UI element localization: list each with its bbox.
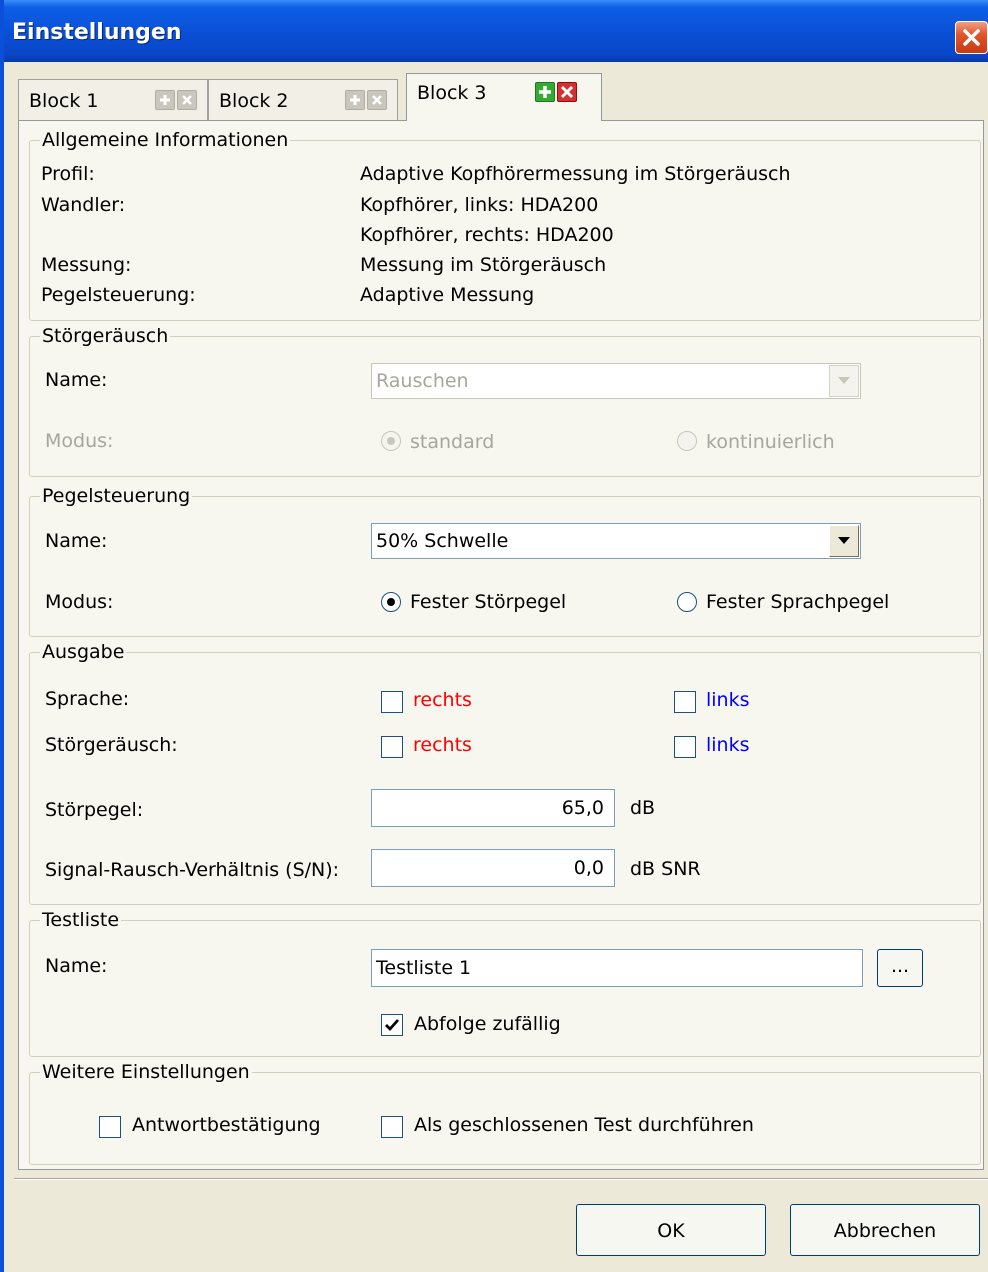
selected-value: 50% Schwelle xyxy=(376,530,509,552)
ok-button-label: OK xyxy=(657,1220,685,1242)
answer-confirmation-label: Antwortbestätigung xyxy=(132,1114,321,1136)
noise-mode-continuous-radio[interactable] xyxy=(677,431,697,451)
add-block-icon[interactable] xyxy=(155,90,175,110)
checkmark-icon xyxy=(385,1019,400,1032)
speech-left-label: links xyxy=(706,689,750,711)
speech-left-checkbox[interactable] xyxy=(674,691,696,713)
speech-right-checkbox[interactable] xyxy=(381,691,403,713)
fixed-noise-level-radio[interactable] xyxy=(381,592,401,612)
speech-right-label: rechts xyxy=(413,689,472,711)
measurement-label: Messung: xyxy=(41,254,132,276)
noise-right-checkbox[interactable] xyxy=(381,736,403,758)
tab-label: Block 1 xyxy=(29,90,99,112)
remove-block-icon[interactable] xyxy=(177,90,197,110)
profile-value: Adaptive Kopfhörermessung im Störgeräusc… xyxy=(360,163,791,185)
transducer-right-value: Kopfhörer, rechts: HDA200 xyxy=(360,224,614,246)
noise-left-checkbox[interactable] xyxy=(674,736,696,758)
group-title: Pegelsteuerung xyxy=(42,485,191,507)
tab-label: Block 3 xyxy=(417,82,487,104)
answer-confirmation-checkbox[interactable] xyxy=(99,1116,121,1138)
snr-unit: dB SNR xyxy=(630,858,701,880)
noise-left-label: links xyxy=(706,734,750,756)
snr-label: Signal-Rausch-Verhältnis (S/N): xyxy=(45,859,340,881)
divider xyxy=(14,1178,988,1180)
window-title: Einstellungen xyxy=(12,20,182,45)
level-name-select[interactable]: 50% Schwelle xyxy=(371,523,861,559)
field-value: 65,0 xyxy=(561,797,604,819)
group-title: Störgeräusch xyxy=(42,325,169,347)
noise-mode-standard-label: standard xyxy=(410,431,495,453)
settings-dialog: Einstellungen Block 1 Block 2 Block 3 Al… xyxy=(0,0,988,1272)
add-block-icon[interactable] xyxy=(535,82,555,102)
profile-label: Profil: xyxy=(41,163,95,185)
noise-mode-label: Modus: xyxy=(45,430,114,452)
tab-strip: Block 1 Block 2 Block 3 xyxy=(18,73,984,121)
tab-panel: Allgemeine Informationen Profil: Adaptiv… xyxy=(18,120,984,1170)
group-title: Testliste xyxy=(42,909,120,931)
tab-label: Block 2 xyxy=(219,90,289,112)
remove-block-icon[interactable] xyxy=(367,90,387,110)
noise-name-select[interactable]: Rauschen xyxy=(371,363,861,399)
snr-input[interactable]: 0,0 xyxy=(371,849,615,887)
radio-dot xyxy=(387,598,395,606)
noise-group: Störgeräusch xyxy=(29,325,981,477)
transducer-label: Wandler: xyxy=(41,194,126,216)
group-title: Weitere Einstellungen xyxy=(42,1061,250,1083)
tab-block-1[interactable]: Block 1 xyxy=(18,79,208,121)
testlist-name-label: Name: xyxy=(45,955,108,977)
add-block-icon[interactable] xyxy=(345,90,365,110)
noise-level-input[interactable]: 65,0 xyxy=(371,789,615,827)
close-button[interactable] xyxy=(955,21,988,54)
random-order-checkbox[interactable] xyxy=(381,1014,403,1036)
level-control-label: Pegelsteuerung: xyxy=(41,284,196,306)
speech-label: Sprache: xyxy=(45,688,130,710)
noise-right-label: rechts xyxy=(413,734,472,756)
title-bar[interactable]: Einstellungen xyxy=(4,0,988,62)
radio-dot xyxy=(387,437,395,445)
fixed-speech-level-radio[interactable] xyxy=(677,592,697,612)
noise-level-unit: dB xyxy=(630,797,656,819)
noise-name-label: Name: xyxy=(45,369,108,391)
testlist-name-input[interactable]: Testliste 1 xyxy=(371,949,863,987)
dropdown-button[interactable] xyxy=(829,365,859,397)
noise-mode-standard-radio[interactable] xyxy=(381,431,401,451)
level-name-label: Name: xyxy=(45,530,108,552)
fixed-noise-level-label: Fester Störpegel xyxy=(410,591,567,613)
level-control-group: Pegelsteuerung xyxy=(29,485,981,637)
field-value: 0,0 xyxy=(573,857,604,879)
cancel-button[interactable]: Abbrechen xyxy=(790,1204,980,1256)
transducer-left-value: Kopfhörer, links: HDA200 xyxy=(360,194,599,216)
browse-button-label: ... xyxy=(890,955,910,977)
group-title: Allgemeine Informationen xyxy=(42,129,289,151)
close-icon xyxy=(963,29,980,46)
field-value: Testliste 1 xyxy=(376,957,472,979)
group-title: Ausgabe xyxy=(42,641,125,663)
noise-mode-continuous-label: kontinuierlich xyxy=(706,431,835,453)
dropdown-button[interactable] xyxy=(829,525,859,557)
browse-button[interactable]: ... xyxy=(877,949,923,987)
ok-button[interactable]: OK xyxy=(576,1204,766,1256)
closed-test-label: Als geschlossenen Test durchführen xyxy=(414,1114,754,1136)
noise-output-label: Störgeräusch: xyxy=(45,734,178,756)
selected-value: Rauschen xyxy=(376,370,469,392)
closed-test-checkbox[interactable] xyxy=(381,1116,403,1138)
tab-block-2[interactable]: Block 2 xyxy=(208,79,398,121)
noise-level-label: Störpegel: xyxy=(45,799,144,821)
cancel-button-label: Abbrechen xyxy=(833,1220,937,1242)
chevron-down-icon xyxy=(838,377,850,384)
more-settings-group: Weitere Einstellungen xyxy=(29,1061,981,1165)
fixed-speech-level-label: Fester Sprachpegel xyxy=(706,591,890,613)
random-order-label: Abfolge zufällig xyxy=(414,1013,561,1035)
remove-block-icon[interactable] xyxy=(557,82,577,102)
measurement-value: Messung im Störgeräusch xyxy=(360,254,607,276)
tab-block-3[interactable]: Block 3 xyxy=(406,73,602,121)
level-mode-label: Modus: xyxy=(45,591,114,613)
chevron-down-icon xyxy=(838,537,850,544)
level-control-value: Adaptive Messung xyxy=(360,284,535,306)
